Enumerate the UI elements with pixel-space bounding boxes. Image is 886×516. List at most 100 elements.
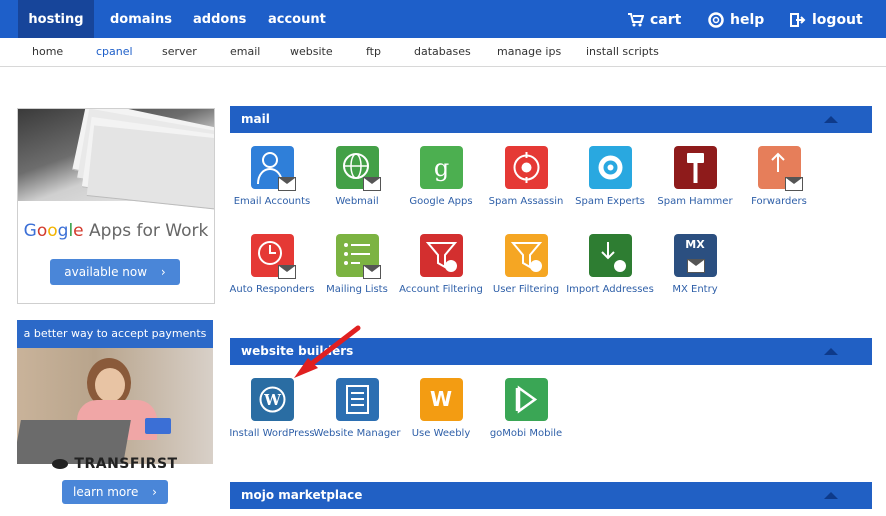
logout-label: logout [812,12,863,28]
app-label: Spam Hammer [657,196,733,207]
install-wordpress-app[interactable]: W Install WordPress [227,378,317,440]
mojo-marketplace-section-header[interactable]: mojo marketplace [230,482,872,509]
cart-label: cart [650,12,682,28]
tab-addons-label: addons [193,12,247,27]
email-accounts-app[interactable]: Email Accounts [227,146,317,208]
subnav-website[interactable]: website [290,38,333,66]
svg-text:W: W [263,391,282,409]
mx-entry-app[interactable]: MX MX Entry [650,234,740,296]
app-label: Spam Assassin [488,196,564,207]
forwarders-app[interactable]: Forwarders [734,146,824,208]
spam-assassin-icon [504,146,548,189]
auto-responders-app[interactable]: Auto Responders [227,234,317,296]
app-label: Spam Experts [575,196,645,207]
wordpress-icon: W [250,378,294,421]
transfirst-logo-mark [52,459,69,469]
funnel-icon [504,234,548,277]
subnav-cpanel[interactable]: cpanel [96,38,133,66]
google-apps-tagline: Apps for Work [89,221,209,241]
subnav-databases[interactable]: databases [414,38,471,66]
red-arrow-annotation [294,325,361,378]
logout-link[interactable]: logout [790,0,863,38]
import-addresses-app[interactable]: Import Addresses [565,234,655,296]
transfirst-ad[interactable]: a better way to accept payments TRANSFIR… [17,320,213,514]
mx-badge: MX [685,238,705,251]
gomobi-icon [504,378,548,421]
learn-more-label: learn more [73,485,139,499]
paper-stack-image [18,109,214,212]
transfirst-logo: TRANSFIRST [17,456,213,472]
app-label: Auto Responders [229,284,315,295]
mojo-marketplace-section-title: mojo marketplace [241,488,363,502]
app-label: Webmail [335,196,379,207]
google-apps-icon: g [419,146,463,189]
funnel-icon [419,234,463,277]
account-filtering-app[interactable]: Account Filtering [396,234,486,296]
app-label: Forwarders [751,196,807,207]
app-label: Account Filtering [399,284,483,295]
spam-assassin-app[interactable]: Spam Assassin [481,146,571,208]
spam-experts-icon [588,146,632,189]
user-filtering-app[interactable]: User Filtering [481,234,571,296]
globe-icon [335,146,381,191]
help-link[interactable]: help [708,0,764,38]
lifebuoy-icon [708,12,724,28]
email-accounts-icon [250,146,296,191]
help-label: help [730,12,765,28]
subnav-manage-ips[interactable]: manage ips [497,38,561,66]
logout-icon [790,13,806,27]
mx-entry-icon: MX [673,234,717,277]
subnav-server[interactable]: server [162,38,197,66]
spam-hammer-icon [673,146,717,189]
app-label: Mailing Lists [326,284,388,295]
mailing-lists-app[interactable]: Mailing Lists [312,234,402,296]
app-label: Email Accounts [233,196,311,207]
tab-account[interactable]: account [268,0,326,38]
subnav-install-scripts[interactable]: install scripts [586,38,659,66]
available-now-button[interactable]: available now › [50,259,180,285]
subnav-home[interactable]: home [32,38,63,66]
collapse-icon[interactable] [824,116,838,123]
website-manager-app[interactable]: Website Manager [312,378,402,440]
weebly-badge: W [429,387,453,411]
app-label: Import Addresses [566,284,654,295]
app-label: User Filtering [492,284,560,295]
app-label: MX Entry [672,284,718,295]
sub-nav: home cpanel server email website ftp dat… [0,38,886,67]
available-now-label: available now [64,265,148,279]
gomobi-app[interactable]: goMobi Mobile [481,378,571,440]
app-label: Use Weebly [411,428,471,439]
subnav-ftp[interactable]: ftp [366,38,381,66]
collapse-icon[interactable] [824,492,838,499]
collapse-icon[interactable] [824,348,838,355]
subnav-email[interactable]: email [230,38,260,66]
mail-section-header[interactable]: mail [230,106,872,133]
tab-domains-label: domains [110,12,173,27]
tab-hosting[interactable]: hosting [18,0,94,38]
transfirst-header: a better way to accept payments [17,320,213,348]
transfirst-logo-text: TRANSFIRST [74,456,178,472]
tab-domains[interactable]: domains [110,0,172,38]
google-apps-ad[interactable]: Google Apps for Work available now › [17,108,215,304]
spam-experts-app[interactable]: Spam Experts [565,146,655,208]
tab-hosting-label: hosting [28,12,84,27]
spam-hammer-app[interactable]: Spam Hammer [650,146,740,208]
google-apps-app[interactable]: g Google Apps [396,146,486,208]
tab-account-label: account [268,12,326,27]
cart-icon [628,13,644,27]
forwarders-icon [757,146,803,191]
list-icon [335,234,381,279]
svg-text:g: g [433,154,448,182]
cart-link[interactable]: cart [628,0,681,38]
app-label: Website Manager [313,428,401,439]
use-weebly-app[interactable]: W Use Weebly [396,378,486,440]
learn-more-button[interactable]: learn more › [62,480,168,504]
google-logo-text: Google [23,221,84,241]
weebly-icon: W [419,378,463,421]
import-icon [588,234,632,277]
mail-section-title: mail [241,112,270,126]
tab-addons[interactable]: addons [193,0,246,38]
webmail-app[interactable]: Webmail [312,146,402,208]
google-apps-brand: Google Apps for Work [18,221,214,241]
app-label: Google Apps [409,196,473,207]
